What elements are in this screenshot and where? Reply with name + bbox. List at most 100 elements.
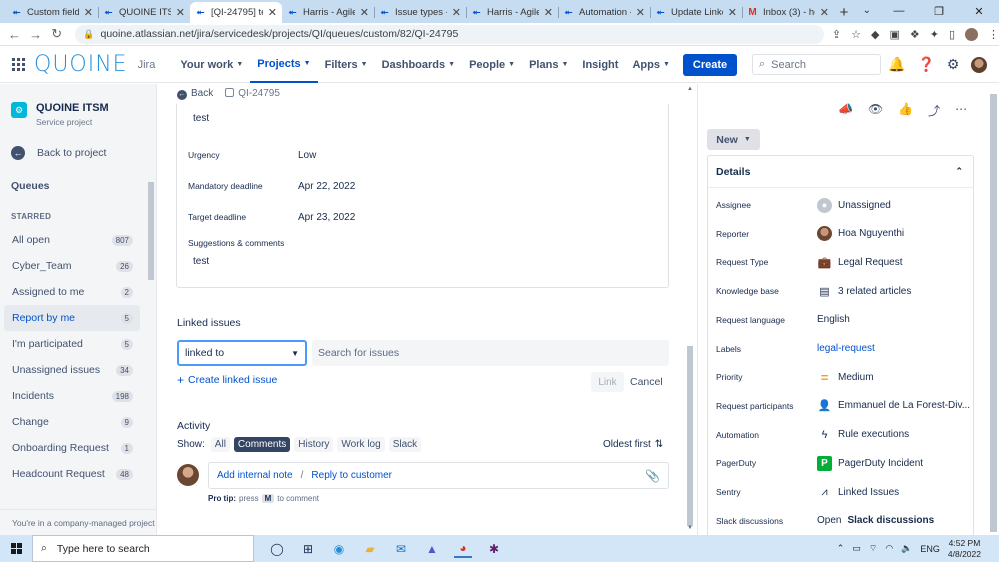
show-hidden-icons-icon[interactable]: ⌃ [837,543,845,554]
task-view-icon[interactable]: ◯ [268,540,286,558]
volume-icon[interactable]: 🔈 [901,543,912,554]
nav-item[interactable]: Projects ▼ [250,47,318,83]
activity-filter-button[interactable]: Work log [337,437,385,452]
queue-item[interactable]: Change 9 [4,409,140,435]
detail-value[interactable]: English [817,314,850,325]
nav-item[interactable]: Insight [575,47,625,83]
browser-tab[interactable]: ⯬ Automation - ✕ [558,2,650,23]
extension-icon[interactable]: ❖ [910,28,920,41]
like-thumbs-up-icon[interactable]: 👍 [898,102,913,119]
target-deadline-value[interactable]: Apr 23, 2022 [298,212,355,223]
extension-icon[interactable]: ▣ [889,28,899,41]
close-tab-icon[interactable]: ✕ [820,6,829,19]
activity-filter-button[interactable]: All [210,437,230,452]
reply-to-customer-button[interactable]: Reply to customer [311,470,392,481]
app-switcher-icon[interactable] [12,57,26,72]
settings-gear-icon[interactable]: ⚙ [947,56,960,73]
queue-item[interactable]: Unassigned issues 34 [4,357,140,383]
mandatory-deadline-value[interactable]: Apr 22, 2022 [298,181,355,192]
site-logo[interactable]: QUOINE [34,52,128,77]
share-icon[interactable]: ⤴ [928,102,940,119]
bookmark-star-icon[interactable]: ☆ [851,28,861,41]
back-to-project-link[interactable]: ← Back to project [11,146,106,160]
file-explorer-icon[interactable]: ▰ [361,540,379,558]
minimize-icon[interactable]: — [879,0,919,22]
mail-icon[interactable]: ✉ [392,540,410,558]
nav-item[interactable]: Filters ▼ [318,47,375,83]
sidebar-icon[interactable]: ▯ [949,28,955,41]
profile-avatar[interactable] [965,27,978,41]
detail-value[interactable]: ⩘ Linked Issues [817,485,899,500]
tab-search-icon[interactable]: ⌄ [863,5,871,16]
detail-value[interactable]: = Medium [817,370,874,385]
queue-item[interactable]: All open 807 [4,227,140,253]
urgency-value[interactable]: Low [298,150,316,161]
back-link[interactable]: ← Back [177,88,213,100]
nav-item[interactable]: Dashboards ▼ [375,47,463,83]
project-header[interactable]: ⚙ QUOINE ITSM Service project [11,102,109,127]
extension-icon[interactable]: ◆ [871,28,879,41]
link-button[interactable]: Link [591,372,624,392]
slack-icon[interactable]: ✱ [485,540,503,558]
link-type-select[interactable]: linked to ▼ [177,340,307,366]
scroll-down-icon[interactable]: ▼ [687,525,693,531]
close-tab-icon[interactable]: ✕ [728,6,737,19]
user-avatar[interactable] [971,56,988,73]
queues-heading[interactable]: Queues [11,180,50,192]
attachment-paperclip-icon[interactable]: 📎 [645,469,660,483]
queue-item[interactable]: Report by me 5 [4,305,140,331]
sort-order-toggle[interactable]: Oldest first ⇅ [603,439,663,450]
detail-value[interactable]: legal-request [817,343,875,354]
battery-icon[interactable]: ▭ [852,543,861,554]
status-button[interactable]: New ▼ [707,129,760,150]
browser-tab[interactable]: ⯬ QUOINE ITSM ✕ [98,2,190,23]
cancel-button[interactable]: Cancel [630,372,663,392]
detail-value[interactable]: ▤ 3 related articles [817,284,911,299]
linked-issue-search-input[interactable]: Search for issues [312,340,669,366]
comment-editor[interactable]: Add internal note / Reply to customer 📎 [208,462,669,489]
create-button[interactable]: Create [682,53,738,76]
system-clock[interactable]: 4:52 PM 4/8/2022 [948,538,981,560]
puzzle-icon[interactable]: ✦ [930,28,939,41]
close-tab-icon[interactable]: ✕ [360,6,369,19]
address-bar[interactable]: 🔒 quoine.atlassian.net/jira/servicedesk/… [75,24,824,44]
help-icon[interactable]: ❓ [917,56,934,73]
queue-item[interactable]: Onboarding Request 1 [4,435,140,461]
start-button[interactable] [0,543,32,554]
forward-arrow-icon[interactable]: → [25,27,46,42]
watch-eye-icon[interactable]: 👁 [868,102,883,119]
browser-tab[interactable]: ⯬ Issue types - ✕ [374,2,466,23]
close-tab-icon[interactable]: ✕ [84,6,93,19]
detail-value[interactable]: ● Unassigned [817,197,891,213]
network-icon[interactable]: ⌔ [869,543,877,554]
browser-tab[interactable]: ⯬ Harris - Agile ✕ [466,2,558,23]
share-icon[interactable]: ⇪ [832,28,841,41]
queue-item[interactable]: Assigned to me 2 [4,279,140,305]
widgets-icon[interactable]: ⊞ [299,540,317,558]
nav-item[interactable]: Your work ▼ [173,47,250,83]
browser-tab[interactable]: ⯬ Update Linke... ✕ [650,2,742,23]
queue-item[interactable]: I'm participated 5 [4,331,140,357]
browser-tab[interactable]: ⯬ Harris - Agile ✕ [282,2,374,23]
browser-tab[interactable]: ⯬ Custom fields ✕ [6,2,98,23]
detail-value[interactable]: 👤 Emmanuel de La Forest-Div... [817,398,970,413]
activity-filter-button[interactable]: Comments [233,437,291,452]
sidebar-scrollbar[interactable] [146,178,155,506]
create-linked-issue-link[interactable]: + Create linked issue [177,373,277,387]
menu-kebab-icon[interactable]: ⋮ [988,28,999,41]
reload-icon[interactable]: ↻ [46,26,67,42]
browser-tab[interactable]: M Inbox (3) - ho... ✕ [742,2,834,23]
issue-key-link[interactable]: QI-24795 [225,88,280,99]
back-arrow-icon[interactable]: ← [4,27,25,42]
close-tab-icon[interactable]: ✕ [636,6,645,19]
queue-item[interactable]: Cyber_Team 26 [4,253,140,279]
teams-icon[interactable]: ▲ [423,540,441,558]
detail-value[interactable]: ϟ Rule executions [817,427,910,442]
wifi-icon[interactable]: ◠ [885,543,893,554]
close-tab-icon[interactable]: ✕ [544,6,553,19]
language-icon[interactable]: ENG [920,544,940,554]
notifications-bell-icon[interactable]: 🔔 [888,56,905,73]
queue-item[interactable]: Headcount Request 48 [4,461,140,487]
detail-value[interactable]: P PagerDuty Incident [817,455,923,471]
activity-filter-button[interactable]: History [294,437,334,452]
